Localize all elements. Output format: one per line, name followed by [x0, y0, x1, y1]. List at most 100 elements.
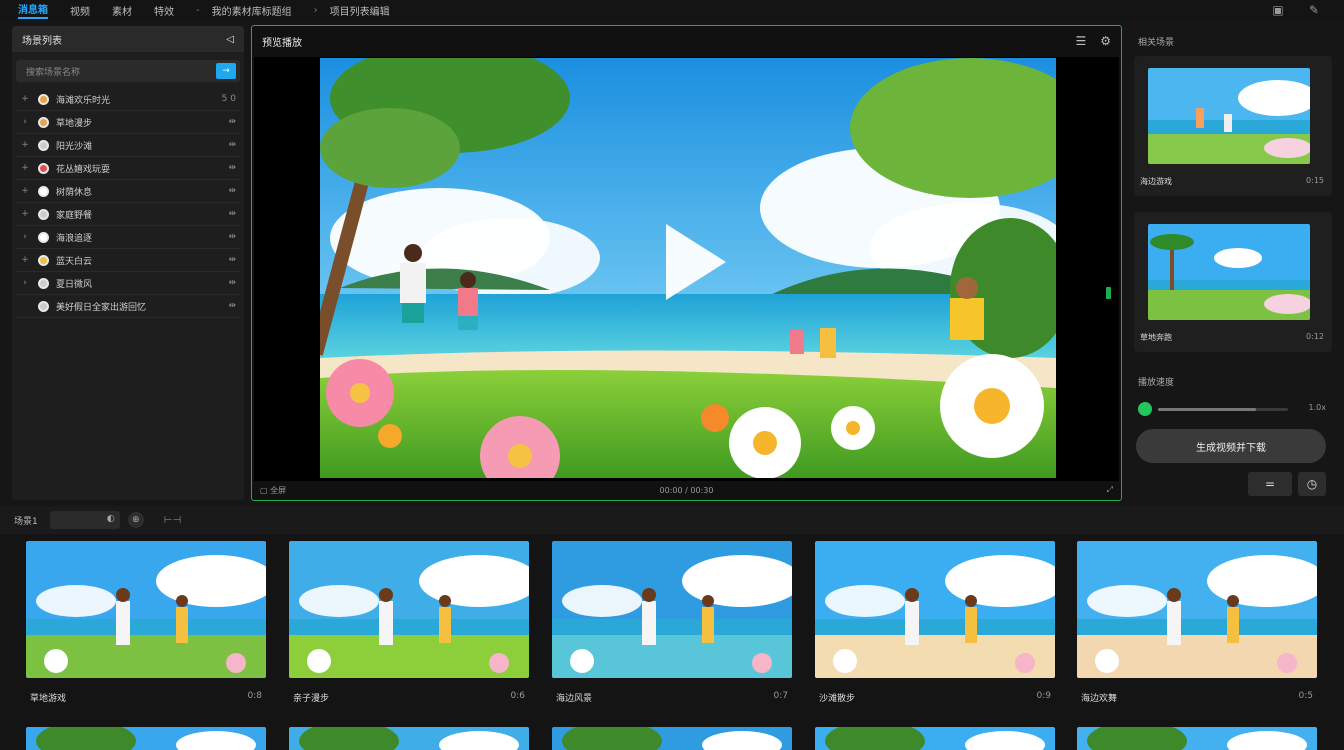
gallery-thumbnail	[26, 727, 266, 750]
gallery-item[interactable]: 亲子漫步 0:6	[289, 541, 529, 704]
thumb-beach-illustration	[1148, 68, 1310, 164]
expand-toggle-icon[interactable]: +	[16, 94, 34, 104]
scene-drag-handle-icon[interactable]: ⇹	[228, 209, 236, 219]
expand-toggle-icon[interactable]: ›	[16, 117, 34, 127]
video-stage[interactable]	[254, 57, 1119, 481]
expand-toggle-icon[interactable]: +	[16, 186, 34, 196]
scene-drag-handle-icon[interactable]: ⇹	[228, 232, 236, 242]
gallery-item-partial[interactable]	[26, 727, 266, 750]
speed-slider-knob[interactable]	[1138, 402, 1152, 416]
search-go-button[interactable]: →	[216, 63, 236, 79]
menu-icon[interactable]: ☰	[1075, 34, 1086, 48]
scene-drag-handle-icon[interactable]: ⇹	[228, 163, 236, 173]
video-frame	[320, 58, 1056, 478]
breadcrumb-project[interactable]: 项目列表编辑	[330, 3, 390, 18]
expand-toggle-icon[interactable]: ›	[16, 232, 34, 242]
app-window: 消息箱 视频 素材 特效 - 我的素材库标题组 › 项目列表编辑 ▣ ✎ 场景列…	[0, 0, 1344, 750]
fit-width-icon[interactable]: ⊢⊣	[164, 515, 181, 526]
scene-list-header: 场景列表 ◁	[12, 26, 244, 52]
gallery-item-label: 草地游戏	[30, 694, 67, 704]
gallery-thumbnail	[552, 727, 792, 750]
related-panel: 相关场景 海边游戏 0:15 草地奔跑 0:12 播放速度 1.0x 生成视频并…	[1128, 26, 1338, 500]
volume-icon[interactable]: ◁	[226, 34, 234, 45]
scene-list-item[interactable]: + 花丛嬉戏玩耍 ⇹	[16, 157, 240, 180]
gallery-thumbnail	[1077, 727, 1317, 750]
scene-drag-handle-icon[interactable]: 5 0	[222, 94, 236, 104]
scene-list-item[interactable]: + 海滩欢乐时光 5 0	[16, 88, 240, 111]
expand-toggle-icon[interactable]: +	[16, 140, 34, 150]
scene-drag-handle-icon[interactable]: ⇹	[228, 278, 236, 288]
pen-icon[interactable]: ✎	[1306, 3, 1322, 17]
gallery-illustration	[26, 541, 266, 678]
speed-slider-track[interactable]	[1158, 408, 1288, 411]
gallery-illustration-partial	[552, 727, 792, 750]
add-icon[interactable]: ⊕	[127, 512, 144, 528]
expand-toggle-icon[interactable]: ›	[16, 278, 34, 288]
scene-drag-handle-icon[interactable]: ⇹	[228, 301, 236, 311]
scene-list-item-label: 家庭野餐	[56, 210, 93, 221]
scene-drag-handle-icon[interactable]: ⇹	[228, 255, 236, 265]
gallery-item[interactable]: 海边风景 0:7	[552, 541, 792, 704]
breadcrumb-separator: ›	[313, 4, 318, 16]
scene-drag-handle-icon[interactable]: ⇹	[228, 117, 236, 127]
gallery-item[interactable]: 草地游戏 0:8	[26, 541, 266, 704]
scene-list-item[interactable]: › 夏日微风 ⇹	[16, 272, 240, 295]
gallery-item-partial[interactable]	[289, 727, 529, 750]
expand-toggle-icon[interactable]: +	[16, 209, 34, 219]
play-icon[interactable]	[666, 224, 726, 300]
gallery-item-label: 海边欢舞	[1081, 694, 1118, 704]
expand-toggle-icon[interactable]: +	[16, 255, 34, 265]
scene-color-dot	[38, 277, 49, 289]
list-view-button[interactable]: =	[1248, 472, 1292, 496]
breadcrumb-separator: -	[196, 4, 200, 16]
expand-icon[interactable]: ⤢	[1107, 485, 1113, 495]
gallery-item-label: 海边风景	[556, 694, 593, 704]
scene-search-input[interactable]: 搜索场景名称 →	[16, 60, 240, 82]
fullscreen-toggle[interactable]: ▢ 全屏	[260, 485, 286, 496]
menu-item-inbox[interactable]: 消息箱	[18, 1, 48, 19]
settings-icon[interactable]: ⚙	[1100, 34, 1111, 48]
scene-list-item[interactable]: › 草地漫步 ⇹	[16, 111, 240, 134]
related-card-time: 0:15	[1306, 176, 1324, 185]
gallery-item-partial[interactable]	[552, 727, 792, 750]
gallery-filter-input[interactable]: ◐	[49, 511, 120, 529]
history-clock-button[interactable]: ◷	[1298, 472, 1326, 496]
gallery-item-label: 沙滩散步	[819, 694, 856, 704]
menu-item-video[interactable]: 视频	[70, 3, 90, 18]
expand-toggle-icon[interactable]: +	[16, 163, 34, 173]
gallery-toolbar: 场景1 ◐ ⊕ ⊢⊣	[0, 506, 1344, 534]
related-card[interactable]: 海边游戏 0:15	[1134, 56, 1332, 196]
related-card-thumbnail	[1148, 68, 1310, 164]
gallery-thumbnail	[1077, 541, 1317, 678]
scene-list-item[interactable]: + 阳光沙滩 ⇹	[16, 134, 240, 157]
gallery-illustration	[1077, 541, 1317, 678]
scene-list-item[interactable]: + 家庭野餐 ⇹	[16, 203, 240, 226]
menu-item-assets[interactable]: 素材	[112, 3, 132, 18]
scene-drag-handle-icon[interactable]: ⇹	[228, 140, 236, 150]
scene-color-dot	[38, 231, 49, 243]
scene-list-item[interactable]: + 蓝天白云 ⇹	[16, 249, 240, 272]
generate-video-button[interactable]: 生成视频并下载	[1136, 429, 1326, 463]
gallery-item-partial[interactable]	[815, 727, 1055, 750]
scene-list-item-label: 海浪追逐	[56, 233, 93, 244]
breadcrumb-library[interactable]: 我的素材库标题组	[212, 3, 292, 18]
window-icon[interactable]: ▣	[1270, 3, 1286, 17]
gallery-item-label: 亲子漫步	[293, 694, 330, 704]
gallery-item-partial[interactable]	[1077, 727, 1317, 750]
gallery-item[interactable]: 海边欢舞 0:5	[1077, 541, 1317, 704]
scene-list-item[interactable]: 美好假日全家出游回忆 ⇹	[16, 295, 240, 318]
scene-list-item[interactable]: + 树荫休息 ⇹	[16, 180, 240, 203]
gallery-illustration	[815, 541, 1055, 678]
related-card-label: 海边游戏	[1140, 177, 1172, 186]
menu-item-effects[interactable]: 特效	[154, 3, 174, 18]
gallery-thumbnail	[815, 727, 1055, 750]
gallery-illustration	[289, 541, 529, 678]
scene-list-item[interactable]: › 海浪追逐 ⇹	[16, 226, 240, 249]
resize-handle[interactable]	[1106, 287, 1111, 299]
speed-slider[interactable]: 1.0x	[1138, 402, 1326, 416]
related-card[interactable]: 草地奔跑 0:12	[1134, 212, 1332, 352]
scene-list-item-label: 树荫休息	[56, 187, 93, 198]
gallery-item[interactable]: 沙滩散步 0:9	[815, 541, 1055, 704]
scene-drag-handle-icon[interactable]: ⇹	[228, 186, 236, 196]
scene-color-dot	[38, 139, 49, 151]
